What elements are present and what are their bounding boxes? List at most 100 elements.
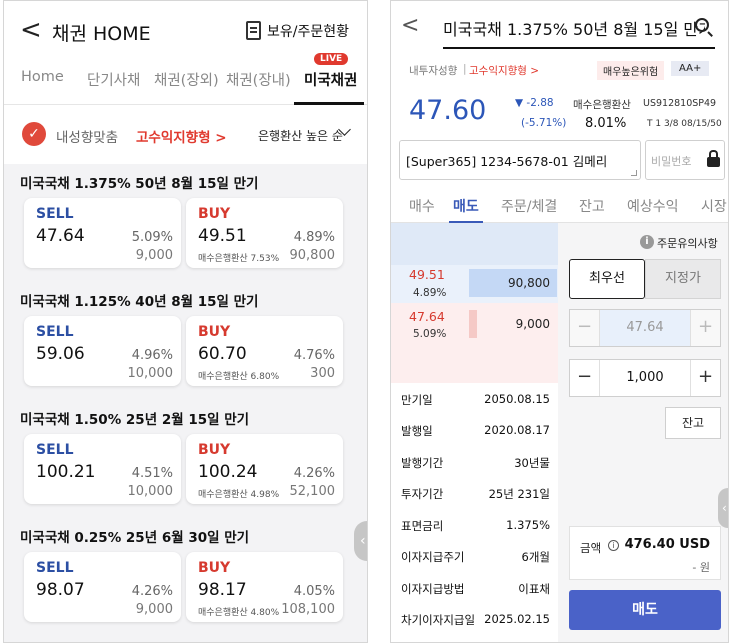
sell-price: 47.64	[36, 226, 85, 246]
sort-dropdown[interactable]: 은행환산 높은 순	[258, 127, 343, 144]
bid-price[interactable]: 47.64	[409, 309, 445, 324]
info-row: 발행기간 30년물	[391, 449, 558, 481]
buy-label: BUY	[198, 560, 231, 576]
sell-button[interactable]: 매도	[569, 590, 721, 630]
info-row: 발행일 2020.08.17	[391, 417, 558, 449]
bond-item[interactable]: 미국국채 1.125% 40년 8월 15일 만기 SELL 59.06 4.9…	[4, 282, 367, 400]
sell-rate: 4.26%	[131, 584, 173, 599]
buy-quote-card[interactable]: BUY 100.24 4.26% 매수은행환산 4.98% 52,100	[186, 434, 343, 504]
search-icon[interactable]	[695, 18, 709, 32]
fx-rate-value: 8.01%	[585, 116, 627, 131]
buy-fx-rate: 매수은행환산 7.53%	[198, 254, 280, 264]
sell-quote-card[interactable]: SELL 59.06 4.96% 10,000	[24, 316, 181, 386]
buy-rate: 4.05%	[293, 584, 335, 599]
password-placeholder: 비밀번호	[651, 155, 692, 168]
quantity-input[interactable]: 1,000	[600, 360, 690, 396]
sell-price: 98.07	[36, 580, 85, 600]
order-notice-link[interactable]: 주문유의사항	[657, 235, 718, 251]
tab-buy[interactable]: 매수	[409, 196, 435, 216]
order-panel: i 주문유의사항 최우선 지정가 − 47.64 + − 1,000 + 잔고 …	[558, 223, 728, 642]
tab-expected-return[interactable]: 예상수익	[627, 196, 679, 216]
bond-item[interactable]: 미국국채 1.375% 50년 8월 15일 만기 SELL 47.64 5.0…	[4, 164, 367, 282]
document-icon[interactable]	[246, 21, 261, 40]
tab-exchange-bond[interactable]: 채권(장내)	[226, 69, 291, 90]
sell-quote-card[interactable]: SELL 98.07 4.26% 9,000	[24, 552, 181, 622]
bond-item[interactable]: 미국국채 1.50% 25년 2월 15일 만기 SELL 100.21 4.5…	[4, 400, 367, 518]
qty-plus-button[interactable]: +	[690, 360, 720, 396]
amount-box: 금액 i 476.40 USD - 원	[569, 526, 721, 580]
tab-market[interactable]: 시장	[701, 196, 727, 216]
buy-qty: 108,100	[281, 602, 335, 617]
fx-rate-label: 매수은행환산	[573, 99, 631, 111]
best-price-toggle[interactable]: 최우선	[569, 259, 645, 299]
header: < 채권 HOME 보유/주문현황	[4, 1, 367, 59]
buy-qty: 90,800	[289, 248, 336, 263]
tab-sell[interactable]: 매도	[453, 196, 479, 216]
price-plus-button[interactable]: +	[690, 310, 720, 346]
info-icon[interactable]: i	[608, 540, 619, 551]
price-minus-button[interactable]: −	[570, 310, 600, 346]
bond-title[interactable]: 미국국채 1.375% 50년 8월 15일 만기	[20, 172, 258, 192]
info-value: 2020.08.17	[484, 423, 550, 437]
bond-title[interactable]: 미국국채 1.375% 50년 8월 15일 만기	[443, 16, 705, 40]
sell-rate: 4.96%	[131, 348, 173, 363]
sell-label: SELL	[36, 324, 74, 340]
tab-short-term-bond[interactable]: 단기사채	[87, 69, 140, 90]
back-icon[interactable]: <	[20, 17, 42, 43]
tab-home[interactable]: Home	[21, 69, 64, 85]
bond-title[interactable]: 미국국채 0.25% 25년 6월 30일 만기	[20, 526, 249, 546]
buy-rate: 4.89%	[293, 230, 335, 245]
bid-rate: 5.09%	[413, 328, 447, 340]
account-select[interactable]: [Super365] 1234-5678-01 김메리	[399, 140, 641, 180]
tag-separator: |	[463, 63, 467, 75]
bond-item[interactable]: 미국국채 0.25% 25년 6월 30일 만기 SELL 98.07 4.26…	[4, 518, 367, 636]
investor-match-label[interactable]: 내성향맞춤	[56, 126, 118, 146]
info-row: 이자지급주기 6개월	[391, 543, 558, 575]
lock-icon	[707, 150, 720, 167]
holding-order-status-link[interactable]: 보유/주문현황	[267, 21, 349, 41]
filter-bar: ✓ 내성향맞춤 고수익지향형 > 은행환산 높은 순	[4, 106, 367, 164]
tab-otc-bond[interactable]: 채권(장외)	[154, 69, 219, 90]
bond-home-screen: < 채권 HOME 보유/주문현황 Home 단기사채 채권(장외) 채권(장내…	[3, 0, 368, 643]
info-value: 이표채	[518, 582, 550, 596]
bond-title[interactable]: 미국국채 1.125% 40년 8월 15일 만기	[20, 290, 258, 310]
info-row: 만기일 2050.08.15	[391, 386, 558, 418]
info-label: 발행기간	[401, 456, 444, 470]
title-underline	[443, 47, 715, 49]
sell-label: SELL	[36, 560, 74, 576]
info-label: 이자지급방법	[401, 582, 465, 596]
current-price: 47.60	[409, 95, 487, 126]
side-drawer-handle[interactable]: ‹	[354, 521, 367, 561]
buy-quote-card[interactable]: BUY 60.70 4.76% 매수은행환산 6.80% 300	[186, 316, 343, 386]
limit-price-toggle[interactable]: 지정가	[645, 259, 721, 299]
tab-us-bond[interactable]: 미국채권	[304, 69, 357, 90]
sell-quote-card[interactable]: SELL 100.21 4.51% 10,000	[24, 434, 181, 504]
info-icon[interactable]: i	[640, 235, 654, 249]
bond-title[interactable]: 미국국채 1.50% 25년 2월 15일 만기	[20, 408, 249, 428]
check-icon[interactable]: ✓	[22, 122, 46, 146]
buy-label: BUY	[198, 206, 231, 222]
investor-type-link[interactable]: 고수익지향형 >	[469, 63, 539, 78]
balance-button[interactable]: 잔고	[665, 407, 721, 439]
investor-type-link[interactable]: 고수익지향형 >	[136, 126, 227, 146]
side-drawer-handle[interactable]: ‹	[718, 488, 728, 528]
buy-label: BUY	[198, 442, 231, 458]
info-value: 1.375%	[506, 518, 550, 532]
sell-qty: 10,000	[127, 366, 174, 381]
sell-quote-card[interactable]: SELL 47.64 5.09% 9,000	[24, 198, 181, 268]
sell-rate: 5.09%	[131, 230, 173, 245]
coupon-info: T 1 3/8 08/15/50	[647, 119, 722, 129]
buy-quote-card[interactable]: BUY 49.51 4.89% 매수은행환산 7.53% 90,800	[186, 198, 343, 268]
buy-price: 49.51	[198, 226, 247, 246]
back-icon[interactable]: <	[401, 13, 419, 38]
ask-price[interactable]: 49.51	[409, 267, 445, 282]
password-field[interactable]: 비밀번호	[645, 140, 725, 180]
qty-minus-button[interactable]: −	[570, 360, 600, 396]
tab-balance[interactable]: 잔고	[579, 196, 605, 216]
sell-price: 59.06	[36, 344, 85, 364]
credit-grade-badge: AA+	[671, 61, 710, 76]
tab-order-execution[interactable]: 주문/체결	[501, 196, 557, 216]
price-input[interactable]: 47.64	[600, 310, 690, 346]
buy-price: 98.17	[198, 580, 247, 600]
buy-quote-card[interactable]: BUY 98.17 4.05% 매수은행환산 4.80% 108,100	[186, 552, 343, 622]
